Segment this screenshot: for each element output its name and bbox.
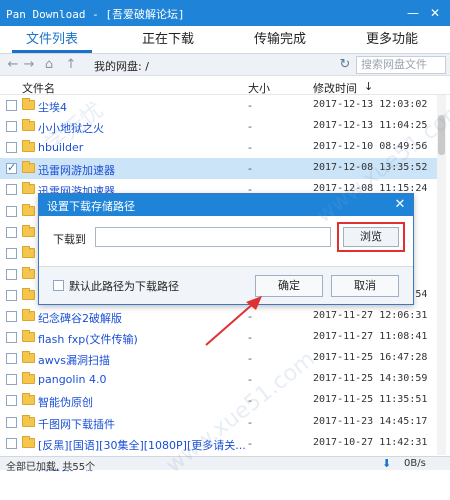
annotation-arrow-icon <box>205 296 262 346</box>
pan-download-window: Pan Download - [吾爱破解论坛] — ✕ 文件列表 正在下载 传输… <box>0 0 450 500</box>
